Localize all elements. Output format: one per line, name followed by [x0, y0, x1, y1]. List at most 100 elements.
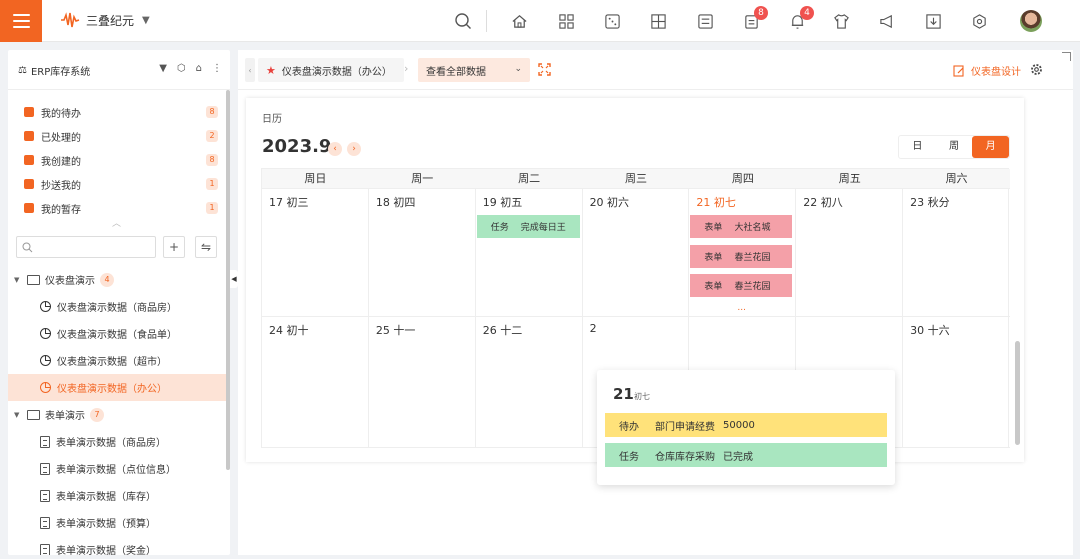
dashboard-design-button[interactable]: 仪表盘设计	[953, 63, 1021, 78]
top-bar: 三叠纪元 ▼ 8 4	[0, 0, 1080, 42]
day-cell[interactable]: 19 初五 任务 完成每日王	[475, 189, 583, 317]
view-day-button[interactable]: 日	[899, 136, 936, 158]
chevron-up-icon[interactable]: ︿	[112, 216, 121, 229]
task-created[interactable]: 我创建的 8	[8, 148, 230, 172]
apps-grid-icon[interactable]	[557, 12, 575, 30]
more-events-link[interactable]: ...	[737, 303, 746, 313]
form-icon	[40, 516, 50, 529]
tree-item[interactable]: 表单演示数据（奖金）	[8, 536, 230, 555]
view-select-value: 查看全部数据	[426, 66, 486, 78]
fullscreen-icon[interactable]	[538, 63, 551, 76]
checklist-icon[interactable]	[696, 12, 714, 30]
day-cell[interactable]: 18 初四	[368, 189, 476, 317]
avatar[interactable]	[1020, 10, 1042, 32]
event-form[interactable]: 表单 春兰花园	[690, 274, 793, 297]
day-cell[interactable]: 17 初三	[262, 189, 369, 317]
settings-icon[interactable]	[970, 12, 988, 30]
task-label: 我的待办	[41, 108, 81, 120]
brand-switcher[interactable]: 三叠纪元 ▼	[60, 10, 150, 30]
view-month-button[interactable]: 月	[972, 136, 1009, 158]
event-type: 表单	[704, 253, 723, 263]
app-switcher[interactable]: ⚖ ERP库存系统	[18, 63, 90, 78]
tree-group-forms[interactable]: ▼ 表单演示 7	[8, 401, 230, 428]
menu-button[interactable]	[0, 0, 42, 42]
tree-item[interactable]: 表单演示数据（商品房）	[8, 428, 230, 455]
resize-corner-icon[interactable]	[1062, 52, 1071, 61]
tree-item[interactable]: 表单演示数据（库存）	[8, 482, 230, 509]
send-icon	[24, 179, 34, 189]
task-label: 抄送我的	[41, 180, 81, 192]
gear-icon[interactable]	[1030, 63, 1043, 76]
day-cell[interactable]: 23 秋分	[903, 189, 1010, 317]
clipboard-icon[interactable]: 8	[742, 6, 768, 30]
tree-item-label: 仪表盘演示数据（商品房）	[57, 303, 177, 314]
tree-item[interactable]: 仪表盘演示数据（商品房）	[8, 293, 230, 320]
pie-chart-icon	[40, 382, 51, 393]
swap-button[interactable]: ⇋	[195, 236, 217, 258]
popover-event-todo[interactable]: 待办 部门申请经费 50000	[605, 413, 887, 437]
task-count: 2	[206, 130, 218, 142]
event-type: 表单	[704, 282, 723, 292]
task-label: 我的暂存	[41, 204, 81, 216]
day-cell[interactable]: 20 初六	[582, 189, 690, 317]
card-title: 日历	[262, 114, 282, 125]
tab-active[interactable]: ★ 仪表盘演示数据（办公）	[258, 58, 404, 82]
form-icon	[40, 462, 50, 475]
settings-icon[interactable]: ⬡	[177, 63, 186, 74]
event-text: 大社名城	[734, 223, 771, 233]
view-week-button[interactable]: 周	[936, 136, 973, 158]
megaphone-icon[interactable]	[878, 12, 896, 30]
more-icon[interactable]: ⋮	[212, 63, 222, 74]
day-cell[interactable]: 26 十二	[475, 317, 583, 448]
tree-item-active[interactable]: 仪表盘演示数据（办公）	[8, 374, 230, 401]
event-task[interactable]: 任务 完成每日王	[476, 215, 580, 238]
day-cell[interactable]: 30 十六	[903, 317, 1010, 448]
event-form[interactable]: 表单 春兰花园	[690, 245, 793, 268]
caret-down-icon[interactable]: ▼	[159, 63, 167, 74]
layout-icon[interactable]	[649, 12, 667, 30]
folder-icon	[27, 409, 40, 420]
day-cell-today[interactable]: 21 初七 表单 大社名城 表单 春兰花园 表单 春兰花园 ...	[689, 189, 797, 317]
sidebar-collapse-toggle[interactable]: ◀	[230, 270, 238, 288]
download-icon[interactable]	[924, 12, 942, 30]
tree-item[interactable]: 仪表盘演示数据（超市）	[8, 347, 230, 374]
popover-event-task[interactable]: 任务 仓库库存采购 已完成	[605, 443, 887, 467]
design-label: 仪表盘设计	[971, 67, 1021, 78]
bell-icon[interactable]: 4	[788, 6, 814, 30]
shirt-icon[interactable]	[832, 12, 850, 30]
day-cell[interactable]: 24 初十	[262, 317, 369, 448]
home-icon[interactable]: ⌂	[196, 63, 202, 74]
prev-month-button[interactable]: ‹	[328, 142, 342, 156]
view-select[interactable]: 查看全部数据 ⌄	[418, 58, 530, 82]
group-label: 表单演示	[45, 411, 85, 422]
event-form[interactable]: 表单 大社名城	[690, 215, 793, 238]
next-month-button[interactable]: ›	[347, 142, 361, 156]
tree-item[interactable]: 表单演示数据（点位信息）	[8, 455, 230, 482]
day-label: 17 初三	[269, 196, 309, 209]
chevron-left-icon[interactable]: ‹	[245, 58, 255, 82]
tree-item[interactable]: 仪表盘演示数据（食品单）	[8, 320, 230, 347]
group-count: 4	[100, 272, 114, 287]
tree: ▼ 仪表盘演示 4 仪表盘演示数据（商品房） 仪表盘演示数据（食品单） 仪表盘演…	[8, 266, 230, 555]
task-todo[interactable]: 我的待办 8	[8, 100, 230, 124]
search-input[interactable]	[17, 237, 155, 257]
task-label: 我创建的	[41, 156, 81, 168]
day-cell[interactable]: 25 十一	[368, 317, 476, 448]
tree-item[interactable]: 表单演示数据（预算）	[8, 509, 230, 536]
day-label: 2	[589, 322, 597, 335]
day-label: 22 初八	[803, 196, 843, 209]
calendar-scrollbar[interactable]	[1015, 341, 1020, 445]
dice-icon[interactable]	[603, 12, 621, 30]
add-button[interactable]: +	[163, 236, 185, 258]
search-icon[interactable]	[454, 12, 472, 30]
menu-icon-line	[12, 20, 30, 22]
task-done[interactable]: 已处理的 2	[8, 124, 230, 148]
task-cc[interactable]: 抄送我的 1	[8, 172, 230, 196]
day-cell[interactable]: 22 初八	[796, 189, 904, 317]
menu-icon-line	[12, 26, 30, 28]
pie-chart-icon	[40, 301, 51, 312]
day-label: 30 十六	[910, 324, 950, 337]
tree-group-dashboard[interactable]: ▼ 仪表盘演示 4	[8, 266, 230, 293]
star-icon[interactable]: ★	[266, 64, 276, 77]
home-icon[interactable]	[510, 12, 528, 30]
